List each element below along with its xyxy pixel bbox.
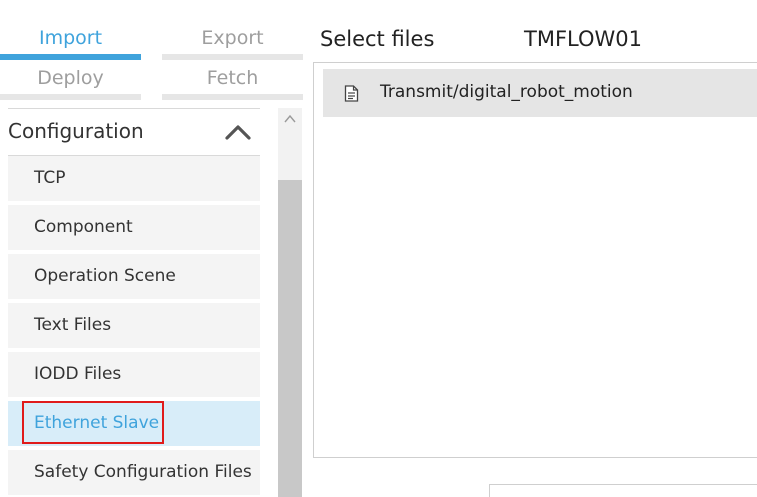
scrollbar-thumb[interactable] [278, 180, 302, 497]
sidebar-scrollbar[interactable] [278, 108, 302, 497]
menu-item-label: TCP [34, 168, 66, 188]
menu-item-safety-configuration-files[interactable]: Safety Configuration Files [8, 450, 260, 495]
document-icon [344, 85, 359, 102]
tab-import[interactable]: Import [0, 20, 141, 60]
tab-export[interactable]: Export [162, 20, 303, 60]
menu-item-label: Safety Configuration Files [34, 462, 252, 482]
chevron-up-icon[interactable] [224, 123, 252, 141]
tab-deploy-label: Deploy [37, 67, 104, 89]
menu-item-label: Operation Scene [34, 266, 176, 286]
app-root: Import Export Deploy Fetch Configuration… [0, 0, 757, 497]
menu-item-label: IODD Files [34, 364, 122, 384]
tab-fetch-label: Fetch [206, 67, 259, 89]
menu-item-ethernet-slave[interactable]: Ethernet Slave [8, 401, 260, 446]
menu-item-text-files[interactable]: Text Files [8, 303, 260, 348]
tab-import-label: Import [38, 27, 103, 49]
tab-deploy-indicator [0, 94, 141, 100]
menu-item-label: Text Files [34, 315, 112, 335]
menu-item-iodd-files[interactable]: IODD Files [8, 352, 260, 397]
menu-item-label: Component [34, 217, 133, 237]
tab-deploy[interactable]: Deploy [0, 60, 141, 100]
menu-item-label: Ethernet Slave [34, 413, 160, 433]
bottom-input-box[interactable] [489, 484, 757, 497]
tab-fetch[interactable]: Fetch [162, 60, 303, 100]
menu-item-operation-scene[interactable]: Operation Scene [8, 254, 260, 299]
device-name: TMFLOW01 [524, 27, 642, 51]
tab-export-label: Export [201, 27, 264, 49]
tab-fetch-indicator [162, 94, 303, 100]
select-files-title: Select files [320, 27, 435, 51]
file-list-item[interactable]: Transmit/digital_robot_motion [323, 69, 757, 117]
file-name: Transmit/digital_robot_motion [380, 82, 633, 102]
menu-item-component[interactable]: Component [8, 205, 260, 250]
menu-item-tcp[interactable]: TCP [8, 156, 260, 201]
configuration-section-header[interactable]: Configuration [8, 108, 260, 156]
section-title: Configuration [8, 119, 144, 143]
configuration-menu: TCP Component Operation Scene Text Files… [8, 156, 260, 497]
file-list-panel: Transmit/digital_robot_motion [313, 62, 757, 458]
scroll-up-arrow-icon[interactable] [284, 114, 296, 124]
